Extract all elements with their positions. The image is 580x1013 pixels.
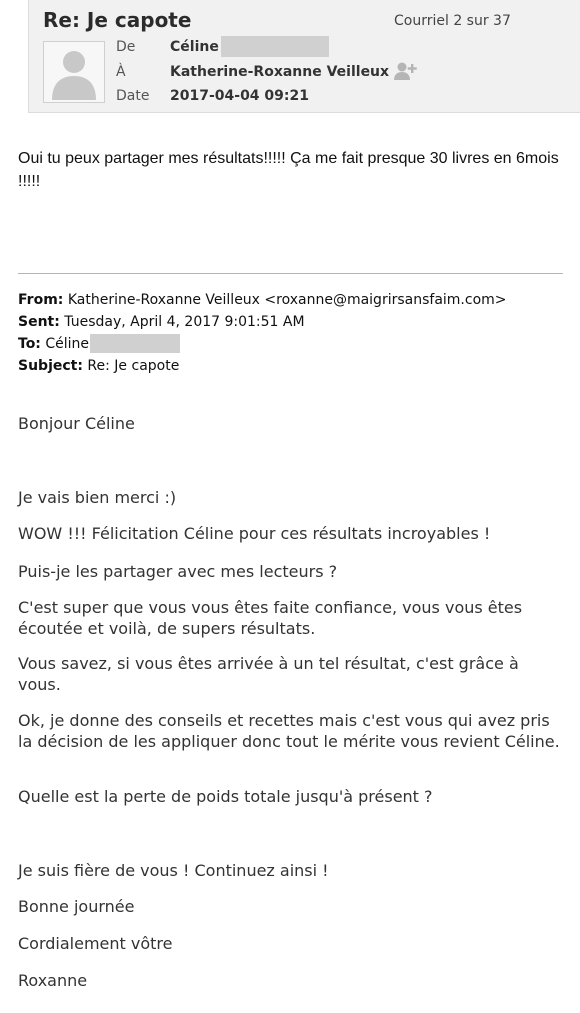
quoted-sent-label: Sent: xyxy=(18,314,60,330)
body-signature: Roxanne xyxy=(18,971,88,990)
quoted-subject-label: Subject: xyxy=(18,358,83,374)
message-counter: Courriel 2 sur 37 xyxy=(394,13,511,29)
from-label: De xyxy=(116,39,136,55)
quoted-subject-row: Subject: Re: Je capote xyxy=(18,355,563,377)
body-paragraph-6: Ok, je donne des conseils et recettes ma… xyxy=(18,711,560,751)
reply-message: Oui tu peux partager mes résultats!!!!! … xyxy=(18,150,559,190)
date-label: Date xyxy=(116,88,150,104)
sender-avatar xyxy=(43,41,105,103)
from-value[interactable]: Céline xyxy=(170,39,219,55)
body-paragraph-5: Vous savez, si vous êtes arrivée à un te… xyxy=(18,654,519,694)
quoted-from-value: Katherine-Roxanne Veilleux <roxanne@maig… xyxy=(67,292,507,308)
body-paragraph-2: WOW !!! Félicitation Céline pour ces rés… xyxy=(18,524,491,543)
body-paragraph-4: C'est super que vous vous êtes faite con… xyxy=(18,598,523,638)
quoted-subject-value: Re: Je capote xyxy=(87,358,180,374)
quoted-message-header: From: Katherine-Roxanne Veilleux <roxann… xyxy=(18,289,563,377)
user-silhouette-icon xyxy=(52,51,96,100)
body-paragraph-1: Je vais bien merci :) xyxy=(18,488,177,507)
message-subject: Re: Je capote xyxy=(43,8,192,32)
body-closing-1: Bonne journée xyxy=(18,897,135,916)
to-value[interactable]: Katherine-Roxanne Veilleux xyxy=(170,64,389,80)
to-label: À xyxy=(116,64,126,80)
quote-separator xyxy=(18,273,563,274)
redacted-recipient-name xyxy=(90,334,180,353)
body-paragraph-7: Quelle est la perte de poids totale jusq… xyxy=(18,787,433,806)
body-closing-2: Cordialement vôtre xyxy=(18,934,173,953)
body-paragraph-3: Puis-je les partager avec mes lecteurs ? xyxy=(18,562,338,581)
quoted-to-value: Céline xyxy=(45,336,90,352)
body-greeting: Bonjour Céline xyxy=(18,414,135,433)
redacted-sender-name xyxy=(221,36,329,57)
quoted-from-label: From: xyxy=(18,292,64,308)
add-contact-icon[interactable] xyxy=(393,61,417,81)
quoted-to-row: To: Céline xyxy=(18,333,563,355)
quoted-sent-row: Sent: Tuesday, April 4, 2017 9:01:51 AM xyxy=(18,311,563,333)
quoted-to-label: To: xyxy=(18,336,41,352)
message-header: Re: Je capote Courriel 2 sur 37 De Célin… xyxy=(28,0,580,113)
quoted-sent-value: Tuesday, April 4, 2017 9:01:51 AM xyxy=(64,314,305,330)
date-value: 2017-04-04 09:21 xyxy=(170,88,309,104)
body-paragraph-8: Je suis fière de vous ! Continuez ainsi … xyxy=(18,861,329,880)
quoted-from-row: From: Katherine-Roxanne Veilleux <roxann… xyxy=(18,289,563,311)
